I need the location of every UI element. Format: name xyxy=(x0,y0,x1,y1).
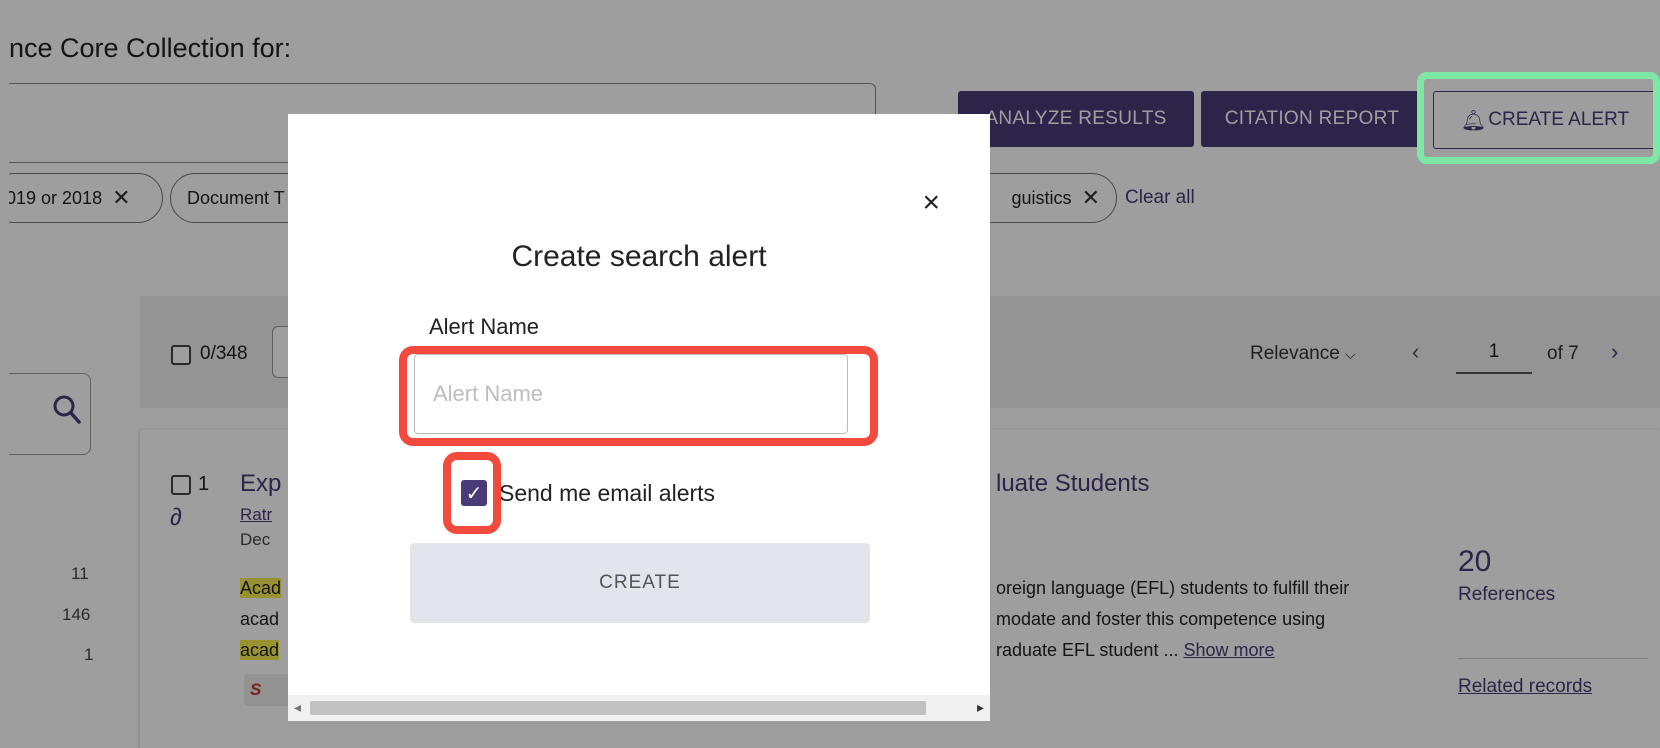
scroll-left-icon[interactable]: ◂ xyxy=(294,699,301,716)
scroll-right-icon[interactable]: ▸ xyxy=(977,699,984,716)
alert-name-input[interactable] xyxy=(414,354,848,434)
email-alerts-checkbox[interactable]: ✓ xyxy=(461,480,487,506)
alert-name-label: Alert Name xyxy=(429,314,540,339)
dialog-title: Create search alert xyxy=(511,240,767,273)
scrollbar-thumb[interactable] xyxy=(310,701,926,715)
create-button[interactable]: CREATE xyxy=(410,543,870,623)
checkmark-icon: ✓ xyxy=(465,482,483,505)
create-search-alert-dialog: × Create search alert Alert Name ✓ Send … xyxy=(288,114,990,721)
email-alerts-label: Send me email alerts xyxy=(499,480,716,506)
close-icon[interactable]: × xyxy=(922,186,940,220)
horizontal-scrollbar[interactable]: ◂ ▸ xyxy=(288,695,990,721)
